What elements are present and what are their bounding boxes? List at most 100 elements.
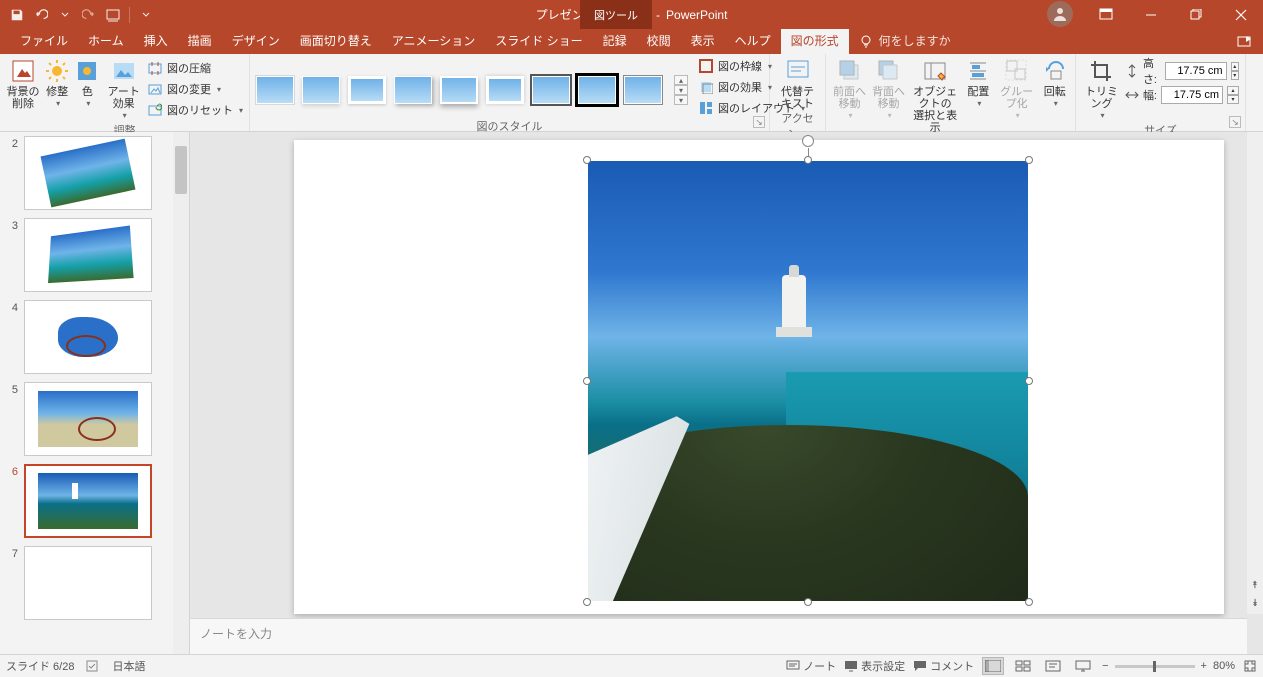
- corrections-button[interactable]: 修整▾: [44, 56, 70, 110]
- start-from-beginning-button[interactable]: [102, 4, 124, 26]
- style-thumb-6[interactable]: [486, 76, 524, 104]
- slide-thumb-3[interactable]: 3: [0, 214, 189, 296]
- resize-handle-tr[interactable]: [1025, 156, 1033, 164]
- tab-design[interactable]: デザイン: [222, 29, 290, 54]
- style-thumb-7[interactable]: [532, 76, 570, 104]
- slideshow-view-button[interactable]: [1072, 657, 1094, 675]
- group-objects-button[interactable]: グループ化▾: [997, 56, 1037, 122]
- resize-handle-l[interactable]: [583, 377, 591, 385]
- notes-toggle[interactable]: ノート: [786, 658, 836, 674]
- slide-thumb-4[interactable]: 4: [0, 296, 189, 378]
- spellcheck-icon[interactable]: [86, 659, 100, 673]
- selection-pane-button[interactable]: オブジェクトの 選択と表示: [910, 56, 960, 134]
- rotate-button[interactable]: 回転▾: [1041, 56, 1069, 110]
- style-thumb-5[interactable]: [440, 76, 478, 104]
- tab-view[interactable]: 表示: [681, 29, 725, 54]
- style-thumb-8[interactable]: [578, 76, 616, 104]
- bring-forward-button[interactable]: 前面へ 移動▾: [832, 56, 867, 122]
- height-down[interactable]: ▾: [1231, 71, 1239, 80]
- resize-handle-br[interactable]: [1025, 598, 1033, 606]
- crop-button[interactable]: トリミング▾: [1082, 56, 1121, 122]
- tab-slideshow[interactable]: スライド ショー: [485, 29, 592, 54]
- rotate-handle[interactable]: [802, 135, 814, 147]
- style-thumb-2[interactable]: [302, 76, 340, 104]
- slide-thumb-6[interactable]: 6: [0, 460, 189, 542]
- prev-slide-button[interactable]: ⯭: [1252, 580, 1258, 594]
- ribbon-display-options-button[interactable]: [1083, 0, 1128, 29]
- height-input[interactable]: [1165, 62, 1227, 80]
- close-button[interactable]: [1218, 0, 1263, 29]
- tab-record[interactable]: 記録: [593, 29, 637, 54]
- artistic-effects-button[interactable]: アート効果▾: [104, 56, 143, 122]
- remove-background-button[interactable]: 背景の 削除: [6, 56, 40, 110]
- style-thumb-4[interactable]: [394, 76, 432, 104]
- style-thumb-1[interactable]: [256, 76, 294, 104]
- tell-me-search[interactable]: 何をしますか: [849, 29, 961, 54]
- width-input[interactable]: [1161, 86, 1223, 104]
- account-avatar[interactable]: [1047, 1, 1073, 27]
- undo-button[interactable]: [30, 4, 52, 26]
- thumbnail-scrollbar[interactable]: [173, 132, 189, 654]
- slide-thumb-5[interactable]: 5: [0, 378, 189, 460]
- gallery-more-button[interactable]: ▾: [674, 95, 688, 105]
- tab-draw[interactable]: 描画: [178, 29, 222, 54]
- picture-border-button[interactable]: 図の枠線▾: [698, 56, 805, 76]
- zoom-out-button[interactable]: −: [1102, 660, 1108, 672]
- width-down[interactable]: ▾: [1227, 95, 1239, 104]
- comments-button[interactable]: コメント: [913, 658, 974, 674]
- share-button[interactable]: [1233, 31, 1257, 51]
- styles-dialog-launcher[interactable]: ↘: [753, 116, 765, 128]
- picture-effects-button[interactable]: 図の効果▾: [698, 77, 805, 97]
- slide-thumb-2[interactable]: 2: [0, 132, 189, 214]
- reset-picture-button[interactable]: 図のリセット▾: [147, 100, 243, 120]
- compress-pictures-button[interactable]: 図の圧縮: [147, 58, 243, 78]
- normal-view-button[interactable]: [982, 657, 1004, 675]
- gallery-up-button[interactable]: ▴: [674, 75, 688, 85]
- resize-handle-t[interactable]: [804, 156, 812, 164]
- tab-home[interactable]: ホーム: [78, 29, 134, 54]
- height-up[interactable]: ▴: [1231, 62, 1239, 71]
- zoom-slider[interactable]: [1115, 665, 1195, 668]
- resize-handle-tl[interactable]: [583, 156, 591, 164]
- display-settings-button[interactable]: 表示設定: [844, 658, 905, 674]
- resize-handle-r[interactable]: [1025, 377, 1033, 385]
- notes-pane[interactable]: ノートを入力: [190, 618, 1247, 654]
- width-up[interactable]: ▴: [1227, 86, 1239, 95]
- tab-insert[interactable]: 挿入: [134, 29, 178, 54]
- selected-picture[interactable]: [588, 161, 1028, 601]
- slide-canvas[interactable]: [294, 140, 1224, 614]
- tab-file[interactable]: ファイル: [10, 29, 78, 54]
- picture-layout-button[interactable]: 図のレイアウト▾: [698, 98, 805, 118]
- resize-handle-b[interactable]: [804, 598, 812, 606]
- minimize-button[interactable]: [1128, 0, 1173, 29]
- slide-thumb-7[interactable]: 7: [0, 542, 189, 624]
- next-slide-button[interactable]: ⯯: [1252, 598, 1258, 612]
- align-button[interactable]: 配置▾: [964, 56, 992, 110]
- change-picture-button[interactable]: 図の変更▾: [147, 79, 243, 99]
- color-button[interactable]: 色▾: [74, 56, 100, 110]
- tab-review[interactable]: 校閲: [637, 29, 681, 54]
- tab-help[interactable]: ヘルプ: [725, 29, 781, 54]
- vertical-scrollbar[interactable]: ⯭ ⯯: [1247, 132, 1263, 614]
- fit-to-window-button[interactable]: [1243, 659, 1257, 673]
- send-backward-button[interactable]: 背面へ 移動▾: [871, 56, 906, 122]
- redo-button[interactable]: [78, 4, 100, 26]
- zoom-in-button[interactable]: +: [1201, 660, 1207, 672]
- undo-more-button[interactable]: [54, 4, 76, 26]
- language-indicator[interactable]: 日本語: [112, 658, 145, 674]
- picture-styles-gallery[interactable]: ▴ ▾ ▾: [256, 69, 688, 105]
- style-thumb-9[interactable]: [624, 76, 662, 104]
- style-thumb-3[interactable]: [348, 76, 386, 104]
- size-dialog-launcher[interactable]: ↘: [1229, 116, 1241, 128]
- qat-customize-button[interactable]: [135, 4, 157, 26]
- maximize-button[interactable]: [1173, 0, 1218, 29]
- slide-sorter-view-button[interactable]: [1012, 657, 1034, 675]
- tab-transitions[interactable]: 画面切り替え: [290, 29, 382, 54]
- zoom-level[interactable]: 80%: [1213, 660, 1235, 672]
- tab-picture-format[interactable]: 図の形式: [781, 29, 849, 54]
- slide-counter[interactable]: スライド 6/28: [6, 658, 74, 674]
- gallery-down-button[interactable]: ▾: [674, 85, 688, 95]
- resize-handle-bl[interactable]: [583, 598, 591, 606]
- save-button[interactable]: [6, 4, 28, 26]
- tab-animations[interactable]: アニメーション: [382, 29, 486, 54]
